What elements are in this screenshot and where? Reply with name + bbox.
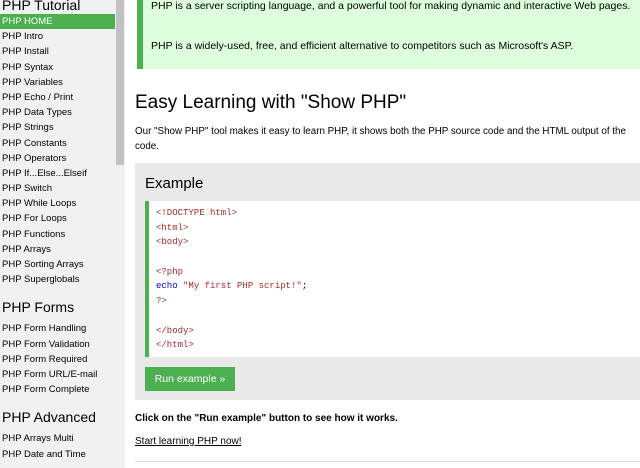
code-body-close: </body> xyxy=(156,325,194,336)
code-body-open: <body> xyxy=(156,237,189,248)
main-content: PHP is a server scripting language, and … xyxy=(125,0,640,468)
sidebar-item-php-date-and-time[interactable]: PHP Date and Time xyxy=(0,447,115,462)
code-echo-semicolon: ; xyxy=(301,281,308,292)
sidebar-heading-advanced: PHP Advanced xyxy=(2,409,96,426)
sidebar-item-php-operators[interactable]: PHP Operators xyxy=(0,151,115,166)
code-html-open: <html> xyxy=(156,222,189,233)
sidebar-heading-tutorial: PHP Tutorial xyxy=(2,0,81,13)
code-line-html-close: </html> xyxy=(156,338,640,353)
code-html-close: </html> xyxy=(156,340,194,351)
code-line-body-open: <body> xyxy=(156,235,640,250)
sidebar-item-php-form-url-e-mail[interactable]: PHP Form URL/E-mail xyxy=(0,367,115,382)
sidebar-item-php-superglobals[interactable]: PHP Superglobals xyxy=(0,272,115,287)
code-echo-string: "My first PHP script!" xyxy=(183,281,302,292)
example-panel: Example <!DOCTYPE html> <html> <body> <?… xyxy=(135,163,640,400)
sidebar-item-php-install[interactable]: PHP Install xyxy=(0,44,115,59)
sidebar-item-php-syntax[interactable]: PHP Syntax xyxy=(0,60,115,75)
code-echo-keyword: echo xyxy=(156,281,178,292)
sidebar-item-php-if-else-elseif[interactable]: PHP If...Else...Elseif xyxy=(0,166,115,181)
section-title: Easy Learning with "Show PHP" xyxy=(135,92,407,113)
sidebar-heading-forms: PHP Forms xyxy=(2,299,75,316)
sidebar-item-php-for-loops[interactable]: PHP For Loops xyxy=(0,211,115,226)
sidebar-item-php-form-validation[interactable]: PHP Form Validation xyxy=(0,337,115,352)
sidebar-item-php-while-loops[interactable]: PHP While Loops xyxy=(0,196,115,211)
sidebar-item-php-functions[interactable]: PHP Functions xyxy=(0,227,115,242)
sidebar-item-php-arrays-multi[interactable]: PHP Arrays Multi xyxy=(0,431,115,446)
code-line-php-close: ?> xyxy=(156,294,640,309)
sidebar-item-php-arrays[interactable]: PHP Arrays xyxy=(0,242,115,257)
code-line-blank-2 xyxy=(156,309,640,324)
sidebar-item-php-home[interactable]: PHP HOME xyxy=(0,14,115,30)
code-php-open: <?php xyxy=(156,266,184,277)
sidebar-item-php-form-required[interactable]: PHP Form Required xyxy=(0,352,115,367)
code-line-html-open: <html> xyxy=(156,221,640,236)
bottom-divider xyxy=(135,461,640,462)
code-line-echo: echo "My first PHP script!"; xyxy=(156,279,640,294)
code-line-php-open: <?php xyxy=(156,265,640,280)
sidebar: PHP Tutorial PHP HOME PHP Intro PHP Instal… xyxy=(0,0,115,468)
note-paragraph-1: PHP is a server scripting language, and … xyxy=(151,0,631,12)
code-line-doctype: <!DOCTYPE html> xyxy=(156,206,640,221)
sidebar-item-php-echo-print[interactable]: PHP Echo / Print xyxy=(0,90,115,105)
sidebar-advanced-list: PHP Arrays Multi PHP Date and Time xyxy=(0,431,115,461)
sidebar-item-php-intro[interactable]: PHP Intro xyxy=(0,29,115,44)
code-line-blank-1 xyxy=(156,250,640,265)
sidebar-item-php-form-handling[interactable]: PHP Form Handling xyxy=(0,321,115,336)
sidebar-item-php-switch[interactable]: PHP Switch xyxy=(0,181,115,196)
code-line-body-close: </body> xyxy=(156,324,640,339)
sidebar-item-php-strings[interactable]: PHP Strings xyxy=(0,120,115,135)
note-paragraph-2: PHP is a widely-used, free, and efficien… xyxy=(151,40,574,52)
sidebar-forms-list: PHP Form Handling PHP Form Validation PHP … xyxy=(0,321,115,397)
code-block: <!DOCTYPE html> <html> <body> <?php echo… xyxy=(145,201,640,357)
run-example-button[interactable]: Run example » xyxy=(145,367,235,391)
sidebar-item-php-variables[interactable]: PHP Variables xyxy=(0,75,115,90)
click-instruction: Click on the "Run example" button to see… xyxy=(135,413,398,424)
intro-text: Our "Show PHP" tool makes it easy to lea… xyxy=(135,126,626,152)
sidebar-item-php-constants[interactable]: PHP Constants xyxy=(0,136,115,151)
code-php-close: ?> xyxy=(156,296,167,307)
sidebar-item-php-form-complete[interactable]: PHP Form Complete xyxy=(0,382,115,397)
sidebar-item-php-sorting-arrays[interactable]: PHP Sorting Arrays xyxy=(0,257,115,272)
example-title: Example xyxy=(145,175,204,192)
sidebar-scrollbar-thumb[interactable] xyxy=(116,0,124,165)
code-doctype: <!DOCTYPE html> xyxy=(156,208,238,218)
intro-note-box: PHP is a server scripting language, and … xyxy=(137,0,640,69)
start-learning-link[interactable]: Start learning PHP now! xyxy=(135,436,242,447)
sidebar-item-php-data-types[interactable]: PHP Data Types xyxy=(0,105,115,120)
sidebar-tutorial-list: PHP HOME PHP Intro PHP Install PHP Syntax PH… xyxy=(0,14,115,287)
sidebar-scrollbar[interactable] xyxy=(115,0,125,468)
